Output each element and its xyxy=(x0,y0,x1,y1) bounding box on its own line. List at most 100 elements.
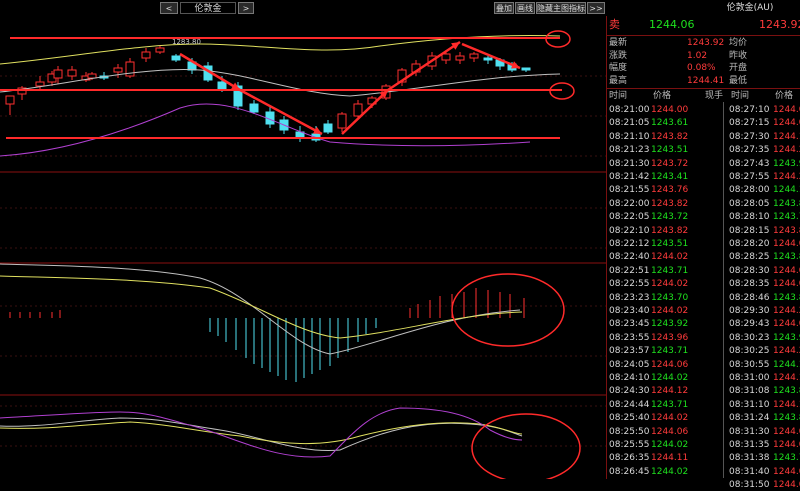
tick-price: 1244.11 xyxy=(651,453,689,464)
candle-body xyxy=(455,55,465,61)
tick-row[interactable]: 08:25:501244.06 08:31:301244.0 xyxy=(607,426,800,438)
arrow-up-2 xyxy=(387,40,461,92)
tick-time-2: 08:31:35 xyxy=(729,440,770,450)
tick-price-2: 1244.0 xyxy=(773,279,800,290)
tick-time-2: 08:31:24 xyxy=(729,413,770,424)
tick-row[interactable]: 08:23:571243.71 08:30:251244.2 xyxy=(607,345,800,357)
tick-price: 1243.71 xyxy=(651,399,689,410)
tick-time: 08:26:35 xyxy=(609,453,650,464)
ma-line-white xyxy=(0,69,561,97)
tick-row[interactable]: 08:31:501244.0 xyxy=(607,479,800,491)
tick-price: 1244.00 xyxy=(651,105,689,115)
expand-button[interactable]: >> xyxy=(587,2,605,14)
tick-row[interactable]: 08:24:051244.06 08:30:551244.1 xyxy=(607,359,800,371)
tick-time-2: 08:28:05 xyxy=(729,198,770,209)
tick-time-2: 08:31:10 xyxy=(729,399,770,410)
candle-body xyxy=(217,81,227,91)
hide-indicator-button[interactable]: 隐藏主图指标 xyxy=(536,2,586,14)
candle-body xyxy=(171,55,181,61)
tick-row[interactable]: 08:21:101243.82 08:27:301244.1 xyxy=(607,131,800,143)
quote-label-2: 最低 xyxy=(729,75,748,86)
tick-row[interactable]: 08:24:441243.71 08:31:101244.1 xyxy=(607,399,800,411)
tick-price: 1244.02 xyxy=(651,413,689,424)
tick-price: 1244.02 xyxy=(651,306,689,316)
tick-time: 08:23:45 xyxy=(609,319,650,330)
kline-chart[interactable]: 1283.80 xyxy=(0,16,606,479)
tick-row[interactable]: 08:23:231243.70 08:28:461243.8 xyxy=(607,292,800,304)
quote-row: 最高 1244.41 最低 xyxy=(607,75,800,87)
draw-line-button[interactable]: 画线 xyxy=(515,2,535,14)
kdj-d-line xyxy=(0,421,523,445)
candle-body xyxy=(155,47,165,53)
header-volume: 现手 xyxy=(705,91,724,101)
tick-price-2: 1244.0 xyxy=(773,466,800,477)
prev-symbol-button[interactable]: < xyxy=(160,2,178,14)
tick-time-2: 08:27:15 xyxy=(729,118,770,129)
quote-value: 0.08% xyxy=(687,63,716,73)
tick-row[interactable]: 08:22:101243.82 08:28:151243.8 xyxy=(607,225,800,237)
tick-row[interactable]: 08:26:351244.11 08:31:381243.7 xyxy=(607,452,800,464)
ma-line-purple xyxy=(0,103,531,157)
tick-row[interactable]: 08:22:051243.72 08:28:101243.7 xyxy=(607,211,800,223)
tick-row[interactable]: 08:26:451244.02 08:31:401244.0 xyxy=(607,466,800,478)
candle-body xyxy=(53,69,63,79)
tick-price-2: 1244.0 xyxy=(773,118,800,129)
tick-price: 1243.82 xyxy=(651,131,689,142)
tick-time: 08:21:23 xyxy=(609,145,650,156)
tick-time: 08:22:40 xyxy=(609,252,650,263)
tick-time: 08:24:05 xyxy=(609,359,650,370)
high-price-label: 1283.80 xyxy=(172,38,201,46)
kdj-j-line xyxy=(0,407,523,458)
tick-row[interactable]: 08:23:551243.96 08:30:231243.9 xyxy=(607,332,800,344)
quote-row: 幅度 0.08% 开盘 xyxy=(607,62,800,74)
arrow-down-1 xyxy=(179,52,241,92)
overlay-button[interactable]: 叠加 xyxy=(494,2,514,14)
tick-price-2: 1244.1 xyxy=(773,131,800,142)
tick-row[interactable]: 08:22:511243.71 08:28:301244.0 xyxy=(607,265,800,277)
tick-row[interactable]: 08:21:231243.51 08:27:351244.2 xyxy=(607,144,800,156)
tick-time-2: 08:30:25 xyxy=(729,346,770,357)
tick-row[interactable]: 08:25:551244.02 08:31:351244.0 xyxy=(607,439,800,451)
tick-row[interactable]: 08:22:001243.82 08:28:051243.8 xyxy=(607,198,800,210)
tick-row[interactable]: 08:23:401244.02 08:29:301244.2 xyxy=(607,305,800,317)
panel-title: 伦敦金(AU) xyxy=(726,3,774,13)
tick-time-2: 08:28:15 xyxy=(729,225,770,236)
tick-time-2: 08:27:55 xyxy=(729,172,770,182)
separator xyxy=(607,88,800,89)
tick-time: 08:23:23 xyxy=(609,292,650,303)
tick-time: 08:21:05 xyxy=(609,118,650,129)
tick-row[interactable]: 08:24:101244.02 08:31:001244.1 xyxy=(607,372,800,384)
tick-price: 1244.02 xyxy=(651,252,689,263)
tick-row[interactable]: 08:21:551243.76 08:28:001244.1 xyxy=(607,184,800,196)
tick-price: 1243.51 xyxy=(651,145,689,156)
header-price: 价格 xyxy=(653,91,672,101)
tick-row[interactable]: 08:24:301244.12 08:31:081243.8 xyxy=(607,385,800,397)
quote-label: 最新 xyxy=(609,38,628,48)
tick-time: 08:22:00 xyxy=(609,198,650,209)
tick-time: 08:23:57 xyxy=(609,346,650,357)
annotation-circle-macd xyxy=(451,273,565,347)
next-symbol-button[interactable]: > xyxy=(238,2,254,14)
tick-row[interactable]: 08:22:401244.02 08:28:251243.8 xyxy=(607,251,800,263)
tick-time-2: 08:31:00 xyxy=(729,373,770,383)
quote-panel: 卖 1244.06 1243.92 最新 1243.92 均价 涨跌 1.02 昨收 幅度 0… xyxy=(606,16,800,490)
quote-value: 1244.41 xyxy=(687,75,725,86)
tick-row[interactable]: 08:21:421243.41 08:27:551244.2 xyxy=(607,171,800,183)
tick-time-2: 08:31:38 xyxy=(729,453,770,464)
candle-body xyxy=(35,81,45,87)
tick-row[interactable]: 08:21:051243.61 08:27:151244.0 xyxy=(607,117,800,129)
tick-row[interactable]: 08:22:551244.02 08:28:351244.0 xyxy=(607,278,800,290)
quote-label-2: 开盘 xyxy=(729,63,748,73)
tick-row[interactable]: 08:21:301243.72 08:27:431243.9 xyxy=(607,158,800,170)
tick-row[interactable]: 08:25:401244.02 08:31:241243.8 xyxy=(607,412,800,424)
toolbar: < 伦敦金 > 叠加 画线 隐藏主图指标 >> 伦敦金(AU) xyxy=(0,0,800,16)
quote-label-2: 昨收 xyxy=(729,50,748,61)
tick-row[interactable]: 08:21:001244.00 08:27:101244.0 xyxy=(607,104,800,116)
tick-row[interactable]: 08:22:121243.51 08:28:201244.0 xyxy=(607,238,800,250)
tick-time: 08:25:50 xyxy=(609,426,650,437)
tick-row[interactable]: 08:23:451243.92 08:29:431244.0 xyxy=(607,318,800,330)
tick-price-2: 1243.9 xyxy=(773,332,800,343)
tick-time-2: 08:28:35 xyxy=(729,279,770,290)
candlesticks xyxy=(5,46,531,142)
candle-body xyxy=(67,69,77,77)
